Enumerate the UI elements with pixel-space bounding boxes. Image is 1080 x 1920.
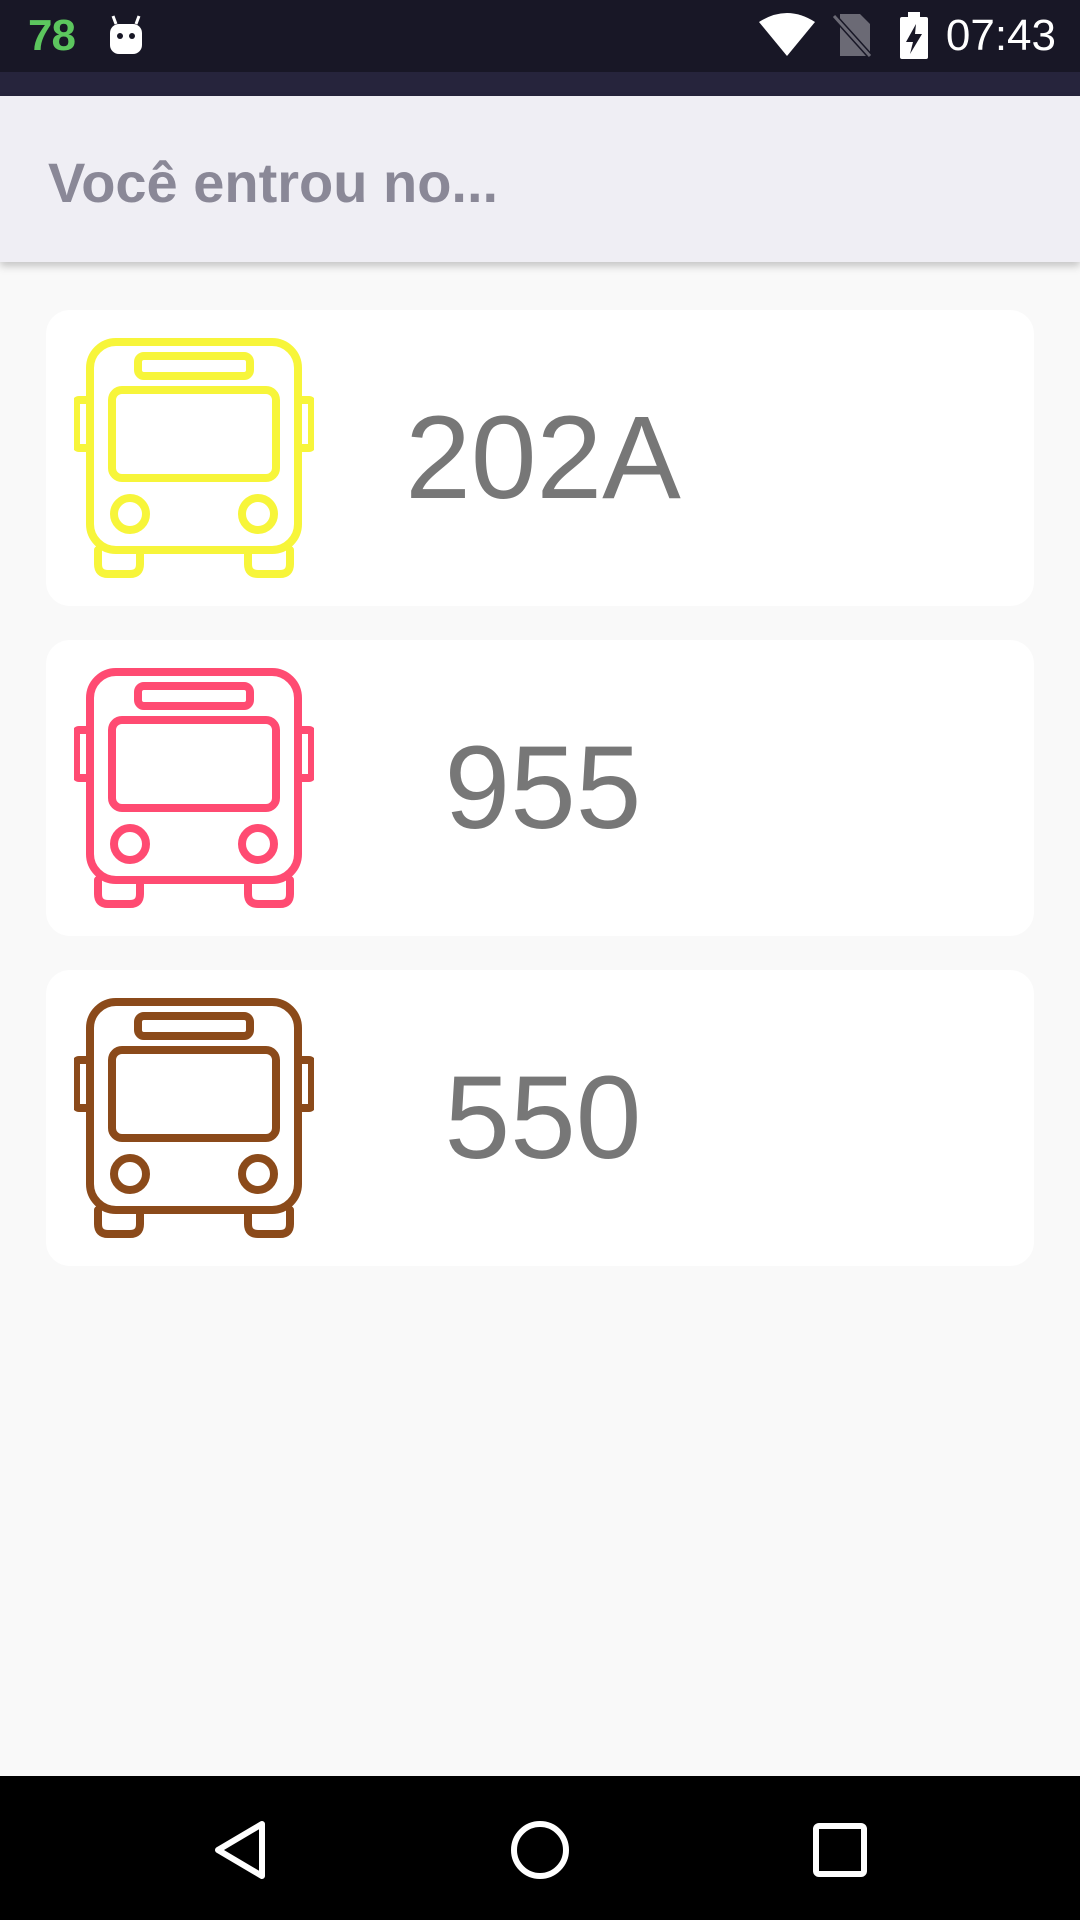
bus-list: 202A 955 550 [46, 310, 1034, 1300]
app-bar: Você entrou no... [0, 96, 1080, 262]
android-icon [106, 12, 146, 56]
status-bar: 78 07:43 [0, 0, 1080, 72]
notification-count-badge: 78 [28, 11, 76, 60]
status-bar-accent [0, 72, 1080, 96]
navigation-bar [0, 1776, 1080, 1920]
no-sim-icon [831, 12, 873, 63]
bus-item-550[interactable]: 550 [46, 970, 1034, 1266]
recents-icon[interactable] [800, 1810, 880, 1890]
battery-charging-icon [898, 12, 930, 65]
wifi-icon [758, 12, 816, 63]
status-time: 07:43 [945, 11, 1056, 60]
bus-number: 955 [444, 722, 642, 854]
bus-item-202a[interactable]: 202A [46, 310, 1034, 606]
back-icon[interactable] [202, 1810, 282, 1890]
page-title: Você entrou no... [48, 151, 499, 214]
bus-number: 202A [405, 392, 681, 524]
bus-number: 550 [444, 1052, 642, 1184]
bus-item-955[interactable]: 955 [46, 640, 1034, 936]
home-icon[interactable] [500, 1810, 580, 1890]
